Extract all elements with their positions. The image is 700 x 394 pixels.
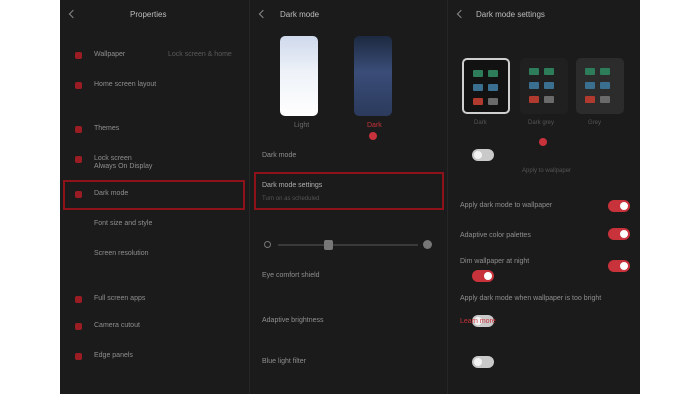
item-label: Lock screen	[94, 155, 132, 162]
item-label: Home screen layout	[94, 81, 157, 88]
style-label-dark: Dark	[474, 120, 487, 126]
style-caption: Apply to wallpaper	[522, 168, 572, 174]
settings-item-edge-panels[interactable]: Edge panels	[60, 347, 250, 367]
wallpaper-dark-toggle[interactable]	[608, 200, 630, 212]
brightness-low-icon	[264, 241, 271, 248]
adaptive-palettes-toggle[interactable]	[608, 228, 630, 240]
style-label-dark-grey: Dark grey	[528, 120, 555, 126]
settings-item-camera-cutout[interactable]: Camera cutout	[60, 317, 250, 337]
back-icon[interactable]	[258, 9, 266, 18]
style-preview-dark[interactable]	[462, 58, 510, 114]
home-icon	[75, 82, 82, 89]
style-radio-dark-grey[interactable]	[539, 138, 547, 146]
page-title: Dark mode settings	[476, 10, 545, 19]
settings-item-fullscreen[interactable]: Full screen apps	[60, 290, 250, 310]
settings-item-font[interactable]: Font size and style	[60, 215, 250, 235]
item-value: Lock screen & home	[168, 51, 232, 58]
right-panel: Dark mode settings Dark Dark grey Grey A…	[448, 0, 640, 394]
themes-icon	[75, 126, 82, 133]
back-icon[interactable]	[456, 9, 464, 18]
light-mode-preview[interactable]	[280, 36, 318, 116]
dim-wallpaper-toggle[interactable]	[608, 260, 630, 272]
dark-mode-label: Dark	[367, 122, 382, 129]
item-label: Edge panels	[94, 352, 133, 359]
settings-item-lock-screen[interactable]: Lock screen Always On Display	[60, 150, 250, 176]
dark-mode-radio[interactable]	[369, 132, 377, 140]
slider-thumb[interactable]	[324, 240, 333, 250]
edge-panels-icon	[75, 353, 82, 360]
selected-item-highlight	[63, 180, 245, 210]
dark-mode-preview[interactable]	[354, 36, 392, 116]
camera-icon	[75, 323, 82, 330]
dark-mode-label: Dark mode	[262, 152, 297, 159]
wallpaper-dark-label: Apply dark mode to wallpaper	[460, 202, 553, 209]
left-panel: Properties Wallpaper Lock screen & home …	[60, 0, 250, 394]
adaptive-brightness-label: Adaptive brightness	[262, 317, 324, 324]
fullscreen-icon	[75, 296, 82, 303]
style-preview-dark-grey[interactable]	[520, 58, 568, 114]
back-icon[interactable]	[68, 9, 76, 18]
page-title: Properties	[130, 10, 167, 19]
item-label: Wallpaper	[94, 51, 126, 58]
settings-item-resolution[interactable]: Screen resolution	[60, 245, 250, 265]
learn-more-link[interactable]: Learn more	[460, 318, 496, 325]
settings-item-wallpaper[interactable]: Wallpaper Lock screen & home	[60, 46, 250, 66]
wallpaper-icon	[75, 52, 82, 59]
item-label: Camera cutout	[94, 322, 140, 329]
lock-icon	[75, 156, 82, 163]
light-mode-label: Light	[294, 122, 310, 129]
style-label-grey: Grey	[588, 120, 602, 126]
settings-screen: Properties Wallpaper Lock screen & home …	[60, 0, 640, 394]
eye-comfort-label: Eye comfort shield	[262, 272, 320, 279]
item-label: Screen resolution	[94, 250, 149, 257]
item-label: Font size and style	[94, 220, 153, 227]
settings-item-home-layout[interactable]: Home screen layout	[60, 76, 250, 96]
style-preview-grey[interactable]	[576, 58, 624, 114]
page-title: Dark mode	[280, 10, 320, 19]
blue-light-label: Blue light filter	[262, 358, 306, 365]
footer-text: Apply dark mode when wallpaper is too br…	[460, 295, 602, 302]
item-sublabel: Always On Display	[94, 163, 153, 170]
brightness-high-icon	[423, 240, 432, 249]
dark-mode-settings-highlight	[254, 172, 444, 210]
adaptive-palettes-label: Adaptive color palettes	[460, 232, 531, 239]
item-label: Themes	[94, 125, 120, 132]
item-label: Full screen apps	[94, 295, 146, 302]
brightness-slider[interactable]	[264, 240, 432, 250]
dim-wallpaper-label: Dim wallpaper at night	[460, 258, 530, 265]
middle-panel: Dark mode Light Dark Dark mode Dark mode…	[250, 0, 494, 394]
settings-item-themes[interactable]: Themes	[60, 120, 250, 140]
